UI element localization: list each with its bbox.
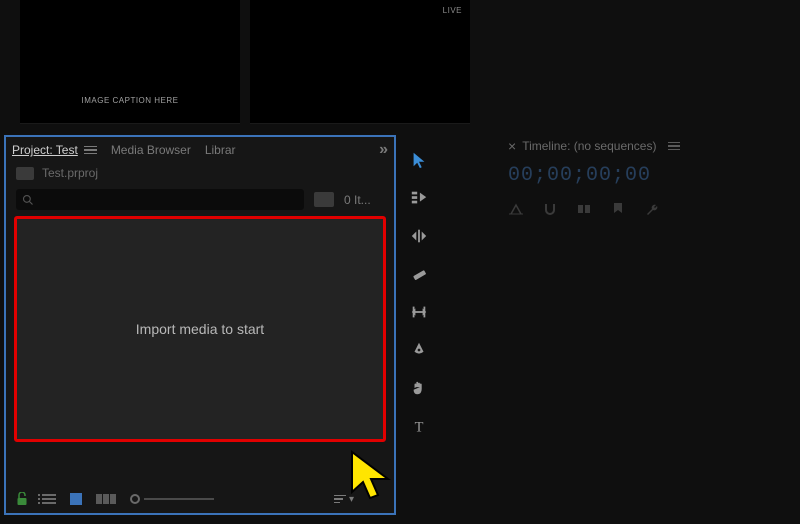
linked-selection-icon[interactable] [576, 201, 592, 217]
tab-libraries-label: Librar [205, 143, 236, 157]
search-icon [22, 194, 34, 206]
live-badge: LIVE [443, 6, 462, 15]
tab-media-browser[interactable]: Media Browser [111, 143, 191, 157]
tab-project[interactable]: Project: Test [12, 143, 97, 157]
chevron-down-icon: ▾ [349, 494, 354, 505]
tab-media-browser-label: Media Browser [111, 143, 191, 157]
project-panel-tabs: Project: Test Media Browser Librar » [6, 137, 394, 163]
project-file-icon [16, 167, 34, 180]
insert-mode-icon[interactable] [508, 201, 524, 217]
project-panel: Project: Test Media Browser Librar » Tes… [4, 135, 396, 515]
item-count: 0 It... [344, 193, 384, 207]
zoom-track [144, 498, 214, 500]
close-icon[interactable]: × [508, 138, 516, 154]
timeline-panel: × Timeline: (no sequences) 00;00;00;00 [508, 138, 796, 217]
ripple-edit-tool[interactable] [405, 222, 433, 250]
project-panel-footer: ▾ [6, 485, 394, 513]
timecode-display[interactable]: 00;00;00;00 [508, 164, 796, 187]
new-bin-button[interactable] [314, 192, 334, 207]
slip-tool[interactable] [405, 298, 433, 326]
write-lock-toggle[interactable] [16, 492, 28, 506]
selection-tool[interactable] [405, 146, 433, 174]
hand-tool[interactable] [405, 374, 433, 402]
sort-button[interactable]: ▾ [334, 494, 354, 505]
timeline-header: × Timeline: (no sequences) [508, 138, 796, 154]
preview-program[interactable]: LIVE [250, 0, 470, 124]
list-view-button[interactable] [42, 494, 56, 504]
zoom-handle [130, 494, 140, 504]
type-tool[interactable]: T [405, 412, 433, 440]
preview-caption: IMAGE CAPTION HERE [81, 96, 178, 105]
tab-project-label: Project: Test [12, 143, 78, 157]
settings-wrench-icon[interactable] [644, 201, 660, 217]
panel-menu-icon[interactable] [84, 146, 97, 155]
project-filename: Test.prproj [42, 166, 98, 180]
marker-icon[interactable] [610, 201, 626, 217]
tab-libraries[interactable]: Librar [205, 143, 236, 157]
project-search-row: 0 It... [6, 183, 394, 216]
tabs-overflow-button[interactable]: » [379, 141, 388, 159]
project-file-row: Test.prproj [6, 163, 394, 183]
timeline-title: Timeline: (no sequences) [522, 139, 656, 153]
freeform-view-button[interactable] [96, 494, 116, 504]
svg-text:T: T [415, 419, 424, 435]
track-select-tool[interactable] [405, 184, 433, 212]
icon-view-button[interactable] [70, 493, 82, 505]
thumbnail-zoom-slider[interactable] [130, 494, 214, 504]
snap-icon[interactable] [542, 201, 558, 217]
tools-panel: T [402, 138, 436, 448]
search-input[interactable] [16, 189, 304, 210]
preview-thumbnails: IMAGE CAPTION HERE LIVE [0, 0, 470, 124]
media-drop-area[interactable]: Import media to start [14, 216, 386, 442]
pen-tool[interactable] [405, 336, 433, 364]
timeline-toolbar [508, 201, 796, 217]
timeline-menu-icon[interactable] [668, 142, 680, 151]
preview-source[interactable]: IMAGE CAPTION HERE [20, 0, 240, 124]
media-drop-hint: Import media to start [136, 321, 264, 337]
razor-tool[interactable] [405, 260, 433, 288]
